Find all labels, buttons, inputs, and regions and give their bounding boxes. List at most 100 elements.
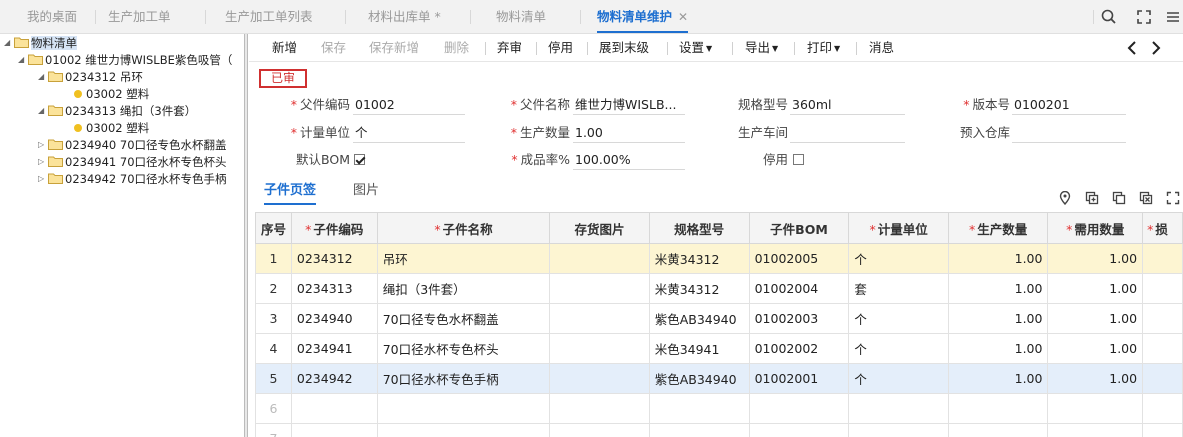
cell-code[interactable]: 0234941 — [290, 333, 378, 364]
cell-loss[interactable] — [1142, 273, 1183, 304]
stop-checkbox[interactable] — [793, 154, 804, 165]
cell-bom[interactable]: 01002004 — [748, 273, 850, 304]
cell-loss[interactable] — [1142, 363, 1183, 394]
cell-image[interactable] — [549, 363, 650, 394]
more-icon[interactable] — [1163, 7, 1183, 27]
parent-name-field[interactable]: 维世力博WISLB... — [573, 95, 685, 115]
tab-material-outbound[interactable]: 材料出库单 * — [368, 0, 441, 34]
cell-name[interactable]: 绳扣（3件套） — [376, 273, 551, 304]
collapse-toggle-icon[interactable]: ◢ — [18, 52, 28, 68]
cell-loss[interactable] — [1142, 423, 1183, 437]
cell-name[interactable]: 70口径水杯专色手柄 — [376, 363, 551, 394]
col-header-qty[interactable]: * 生产数量 — [947, 212, 1049, 244]
col-header-seq[interactable]: 序号 — [255, 212, 292, 244]
chevron-right-icon[interactable] — [1147, 38, 1165, 58]
default-bom-checkbox[interactable] — [354, 154, 365, 165]
message-button[interactable]: 消息 — [869, 34, 894, 62]
table-row[interactable]: 7 — [255, 423, 1183, 437]
col-header-code[interactable]: * 子件编码 — [290, 212, 378, 244]
tab-bom[interactable]: 物料清单 — [496, 0, 546, 34]
cell-unit[interactable]: 个 — [848, 333, 949, 364]
location-icon[interactable] — [1058, 190, 1072, 206]
cell-unit[interactable] — [848, 393, 949, 424]
expand-toggle-icon[interactable]: ▷ — [38, 137, 48, 153]
collapse-toggle-icon[interactable]: ◢ — [4, 35, 14, 51]
copy-row-icon[interactable] — [1112, 191, 1126, 205]
expand-to-last-button[interactable]: 展到末级 — [599, 34, 649, 62]
cell-bom[interactable]: 01002003 — [748, 303, 850, 334]
unapprove-button[interactable]: 弃审 — [497, 34, 522, 62]
cell-bom[interactable] — [748, 393, 850, 424]
splitter-handle[interactable] — [244, 34, 248, 437]
cell-image[interactable] — [549, 393, 650, 424]
cell-need[interactable]: 1.00 — [1047, 363, 1144, 394]
fullscreen-grid-icon[interactable] — [1166, 191, 1180, 205]
cell-image[interactable] — [549, 303, 650, 334]
cell-name[interactable] — [376, 393, 551, 424]
col-header-spec[interactable]: 规格型号 — [648, 212, 750, 244]
col-header-name[interactable]: * 子件名称 — [376, 212, 551, 244]
cell-unit[interactable]: 个 — [848, 363, 949, 394]
tree-node-0234941[interactable]: ▷ 0234941 70口径水杯专色杯头 — [38, 154, 227, 170]
tree-node-01002[interactable]: ◢ 01002 维世力博WISLBE紫色吸管（ — [18, 52, 232, 68]
cell-need[interactable]: 1.00 — [1047, 333, 1144, 364]
expand-toggle-icon[interactable]: ▷ — [38, 154, 48, 170]
cell-unit[interactable]: 个 — [848, 303, 949, 334]
cell-code[interactable] — [290, 423, 378, 437]
add-button[interactable]: 新增 — [272, 34, 297, 62]
close-icon[interactable]: ✕ — [678, 10, 688, 24]
delete-button[interactable]: 删除 — [444, 34, 469, 62]
version-field[interactable]: 0100201 — [1012, 95, 1126, 115]
cell-code[interactable]: 0234313 — [290, 273, 378, 304]
cell-need[interactable] — [1047, 393, 1144, 424]
cell-image[interactable] — [549, 423, 650, 437]
search-icon[interactable] — [1099, 7, 1119, 27]
print-dropdown[interactable]: 打印 ▼ — [807, 34, 840, 62]
cell-unit[interactable]: 套 — [848, 273, 949, 304]
cell-spec[interactable] — [648, 393, 750, 424]
cell-code[interactable]: 0234312 — [290, 243, 378, 274]
cell-need[interactable]: 1.00 — [1047, 303, 1144, 334]
save-new-button[interactable]: 保存新增 — [369, 34, 419, 62]
cell-spec[interactable]: 紫色AB34940 — [648, 303, 750, 334]
table-row[interactable]: 3 0234940 70口径专色水杯翻盖 紫色AB34940 01002003 … — [255, 303, 1183, 334]
table-row[interactable]: 1 0234312 吊环 米黄34312 01002005 个 1.00 1.0… — [255, 243, 1183, 274]
insert-row-icon[interactable] — [1085, 191, 1099, 205]
cell-qty[interactable]: 1.00 — [947, 243, 1049, 274]
col-header-loss[interactable]: * 损 — [1142, 212, 1183, 244]
cell-qty[interactable]: 1.00 — [947, 303, 1049, 334]
cell-name[interactable] — [376, 423, 551, 437]
tab-components[interactable]: 子件页签 — [264, 181, 317, 205]
warehouse-field[interactable] — [1012, 123, 1126, 143]
cell-qty[interactable]: 1.00 — [947, 273, 1049, 304]
table-row[interactable]: 4 0234941 70口径水杯专色杯头 米色34941 01002002 个 … — [255, 333, 1183, 364]
tree-node-0234940[interactable]: ▷ 0234940 70口径专色水杯翻盖 — [38, 137, 227, 153]
cell-qty[interactable]: 1.00 — [947, 363, 1049, 394]
cell-image[interactable] — [549, 243, 650, 274]
cell-loss[interactable] — [1142, 393, 1183, 424]
fullscreen-icon[interactable] — [1134, 7, 1154, 27]
cell-qty[interactable] — [947, 423, 1049, 437]
cell-loss[interactable] — [1142, 333, 1183, 364]
cell-need[interactable] — [1047, 423, 1144, 437]
col-header-unit[interactable]: * 计量单位 — [848, 212, 949, 244]
cell-name[interactable]: 70口径专色水杯翻盖 — [376, 303, 551, 334]
cell-spec[interactable]: 米色34941 — [648, 333, 750, 364]
settings-dropdown[interactable]: 设置 ▼ — [679, 34, 712, 62]
cell-bom[interactable]: 01002005 — [748, 243, 850, 274]
cell-code[interactable]: 0234942 — [290, 363, 378, 394]
tree-leaf-03002[interactable]: 03002 塑料 — [72, 120, 149, 136]
table-row[interactable]: 6 — [255, 393, 1183, 424]
cell-spec[interactable] — [648, 423, 750, 437]
cell-qty[interactable] — [947, 393, 1049, 424]
tree-root[interactable]: ◢ 物料清单 — [4, 35, 77, 51]
workshop-field[interactable] — [790, 123, 905, 143]
cell-bom[interactable]: 01002001 — [748, 363, 850, 394]
delete-row-icon[interactable] — [1139, 191, 1153, 205]
col-header-need[interactable]: * 需用数量 — [1047, 212, 1144, 244]
col-header-image[interactable]: 存货图片 — [549, 212, 650, 244]
tree-leaf-03002[interactable]: 03002 塑料 — [72, 86, 149, 102]
cell-name[interactable]: 70口径水杯专色杯头 — [376, 333, 551, 364]
cell-name[interactable]: 吊环 — [376, 243, 551, 274]
unit-field[interactable]: 个 — [353, 123, 465, 143]
